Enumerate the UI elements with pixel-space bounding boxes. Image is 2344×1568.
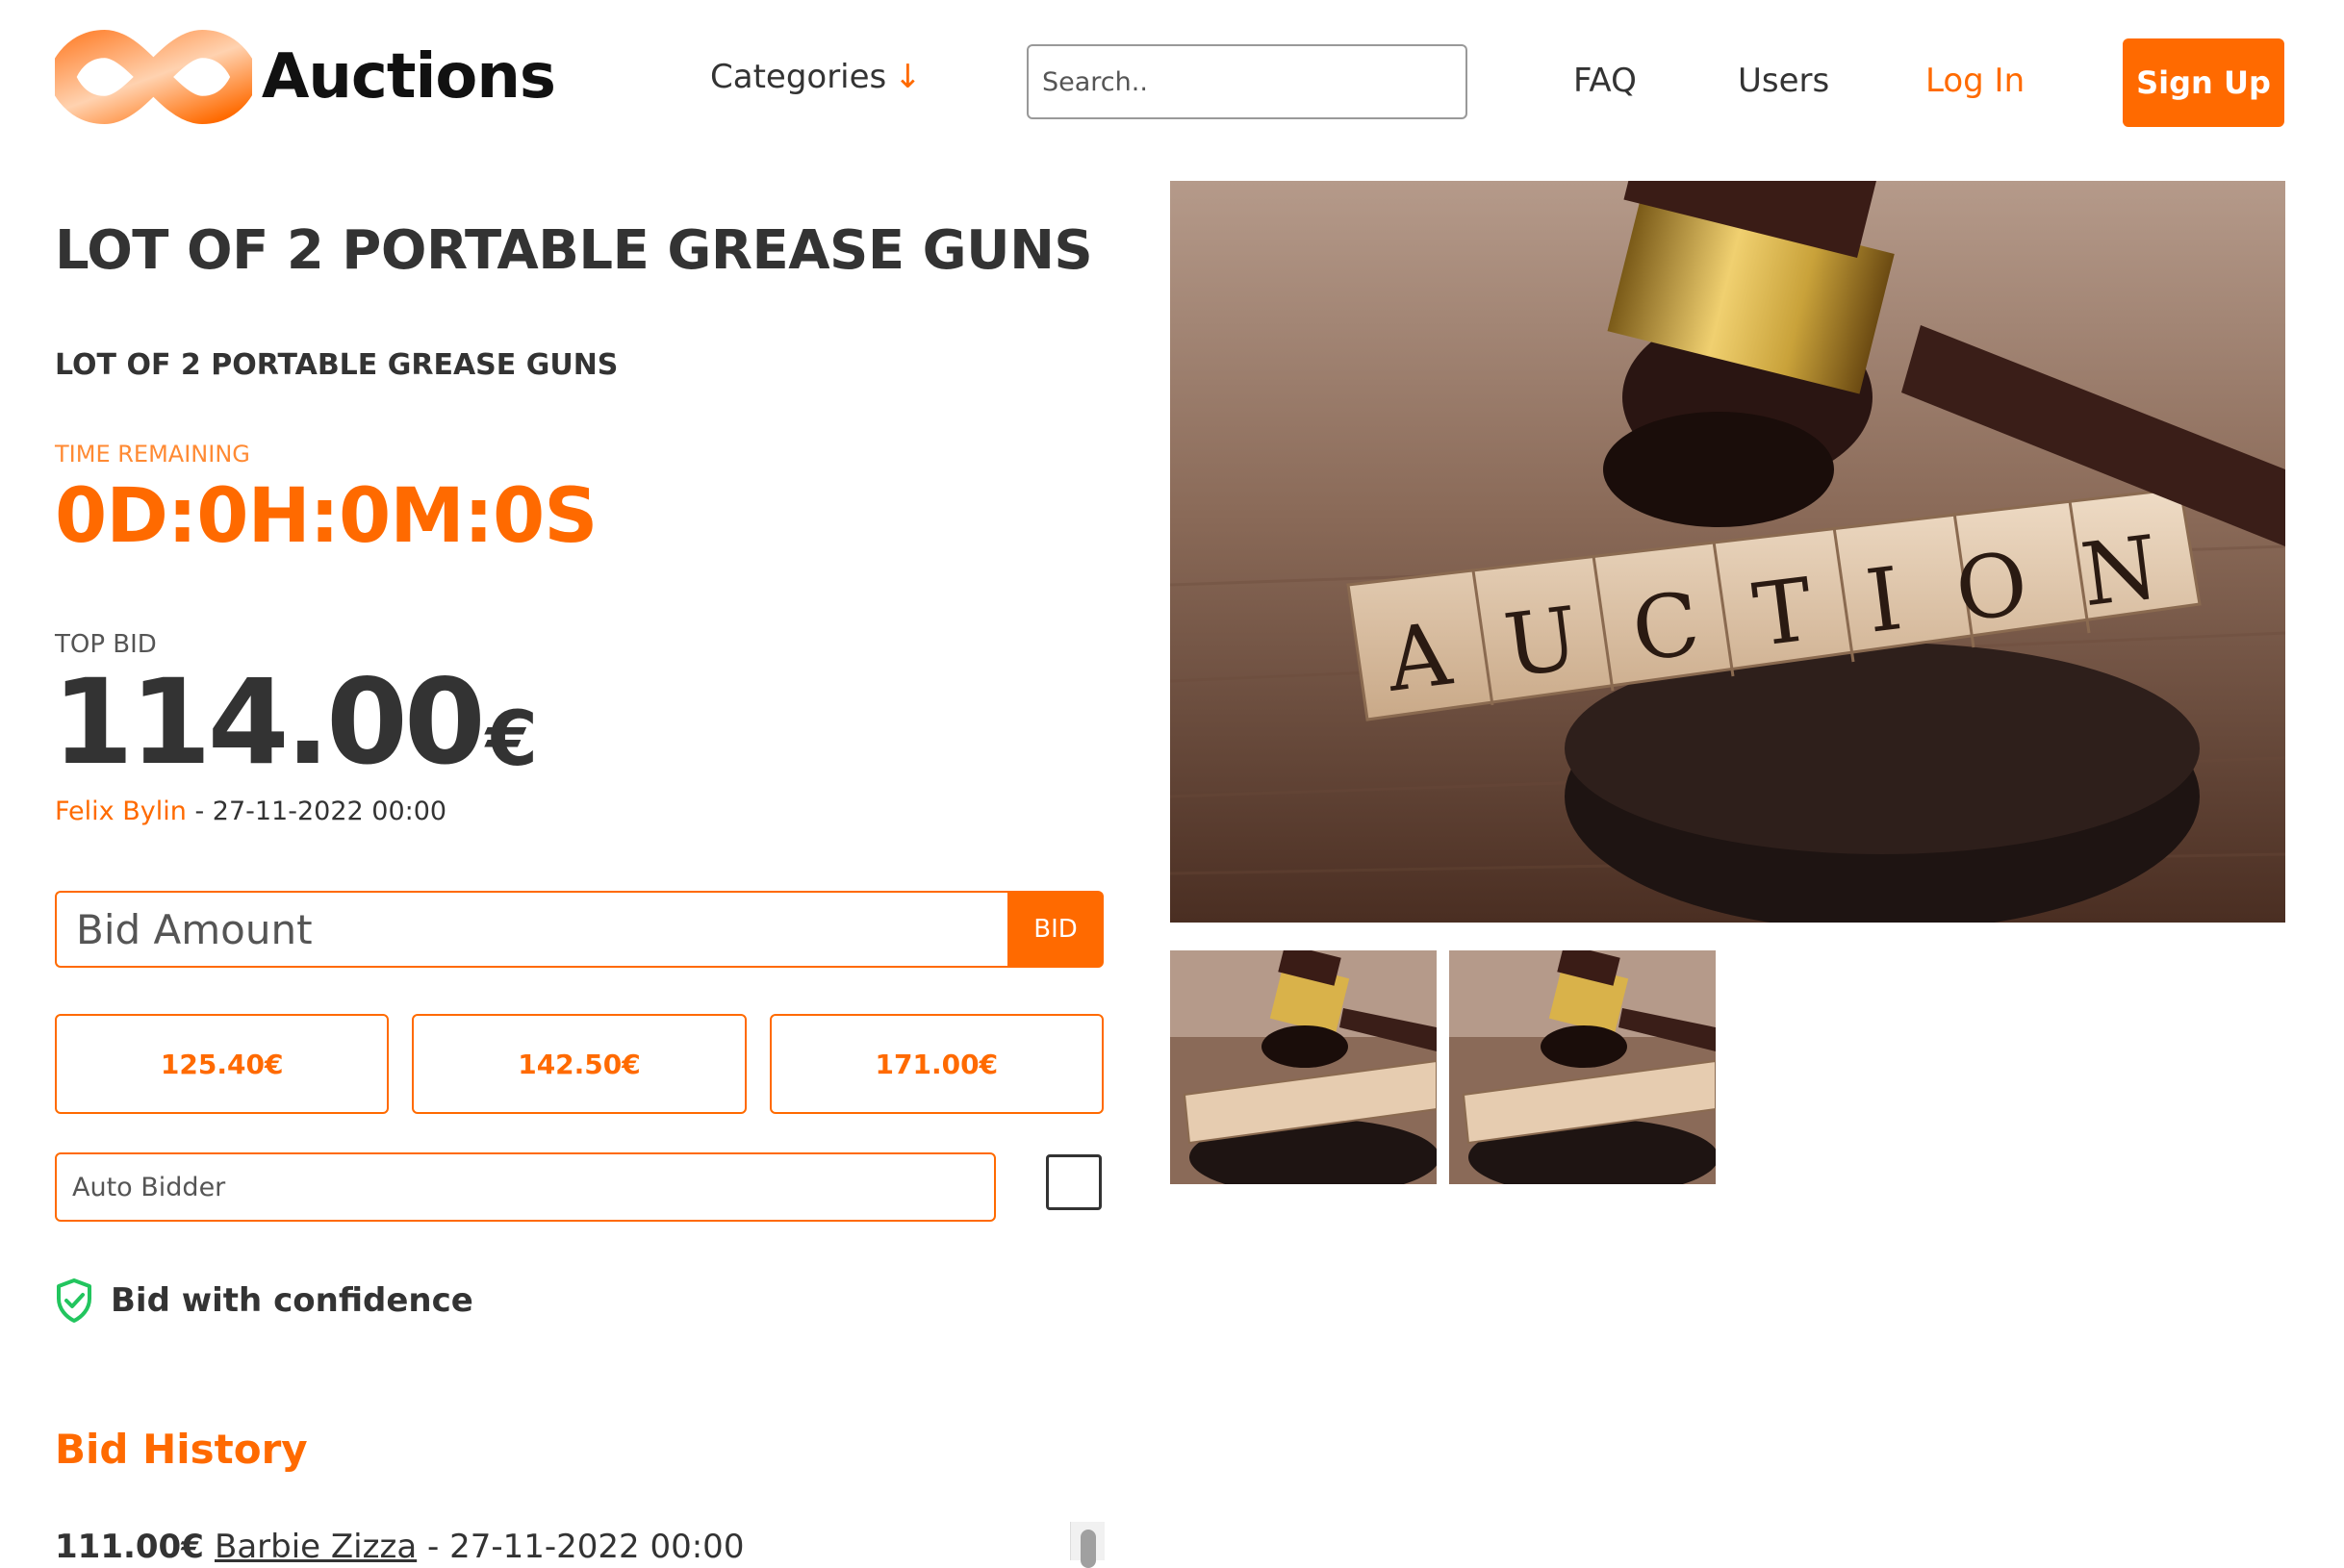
top-bid-currency: € <box>485 696 538 783</box>
quick-bid-button[interactable]: 171.00€ <box>769 1014 1104 1114</box>
bid-form: BID <box>55 891 1104 968</box>
arrow-down-icon: ↓ <box>894 58 922 96</box>
infinity-logo-icon <box>55 29 252 125</box>
history-amount: 111.00€ <box>55 1528 204 1566</box>
site-header: Auctions Categories ↓ FAQ Users Log In S… <box>0 0 2344 164</box>
quick-bid-button[interactable]: 125.40€ <box>55 1014 390 1114</box>
time-remaining-label: TIME REMAINING <box>55 441 250 468</box>
top-bidder-link[interactable]: Felix Bylin <box>55 797 187 826</box>
bid-history-title: Bid History <box>55 1426 308 1473</box>
time-remaining-value: 0D:0H:0M:0S <box>55 473 598 560</box>
top-bid-separator: - <box>186 797 213 826</box>
top-bid-time: 27-11-2022 00:00 <box>212 797 447 826</box>
top-bid-amount: 114.00 <box>52 654 486 791</box>
history-user-link[interactable]: Barbie Zizza <box>215 1528 417 1566</box>
auction-gavel-image: AUCTION <box>1170 181 2285 923</box>
item-title: LOT OF 2 PORTABLE GREASE GUNS <box>55 219 1093 282</box>
auto-bidder-checkbox[interactable] <box>1046 1154 1102 1210</box>
nav-users[interactable]: Users <box>1738 62 1829 100</box>
top-bid-meta: Felix Bylin - 27-11-2022 00:00 <box>55 797 446 826</box>
main-item-image: AUCTION <box>1170 181 2285 923</box>
logo[interactable]: Auctions <box>55 19 556 135</box>
auto-bidder-input[interactable] <box>55 1152 996 1222</box>
categories-label: Categories <box>710 58 887 96</box>
bid-confidence: Bid with confidence <box>55 1277 473 1324</box>
item-thumbnail[interactable] <box>1449 950 1716 1184</box>
scrollbar-thumb[interactable] <box>1081 1530 1096 1568</box>
history-separator: - <box>417 1528 450 1566</box>
categories-dropdown[interactable]: Categories ↓ <box>710 58 922 96</box>
item-description: LOT OF 2 PORTABLE GREASE GUNS <box>55 348 619 382</box>
bid-amount-input[interactable] <box>55 891 1007 968</box>
signup-button[interactable]: Sign Up <box>2123 38 2284 127</box>
item-thumbnail[interactable] <box>1170 950 1437 1184</box>
history-time: 27-11-2022 00:00 <box>449 1528 745 1566</box>
auction-gavel-thumbnail <box>1170 950 1437 1184</box>
confidence-label: Bid with confidence <box>111 1281 473 1320</box>
search-input[interactable] <box>1027 44 1467 119</box>
nav-faq[interactable]: FAQ <box>1573 62 1637 100</box>
quick-bid-options: 125.40€ 142.50€ 171.00€ <box>55 1014 1104 1114</box>
login-link[interactable]: Log In <box>1925 62 2025 100</box>
shield-check-icon <box>57 1278 91 1323</box>
bid-button[interactable]: BID <box>1007 891 1104 968</box>
auction-gavel-thumbnail <box>1449 950 1716 1184</box>
quick-bid-button[interactable]: 142.50€ <box>412 1014 747 1114</box>
bid-history-row: 111.00€ Barbie Zizza - 27-11-2022 00:00 <box>55 1528 1104 1566</box>
bid-history-scrollbar[interactable] <box>1070 1522 1105 1568</box>
top-bid-value: 114.00 € <box>52 654 538 791</box>
logo-text: Auctions <box>261 41 556 113</box>
